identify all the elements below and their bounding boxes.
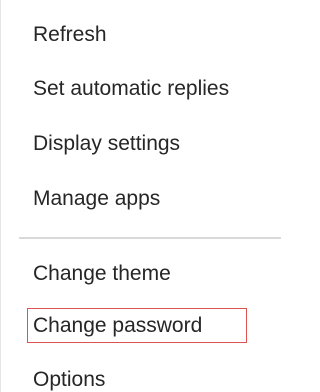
menu-divider — [19, 237, 281, 239]
menu-item-display-settings[interactable]: Display settings — [33, 131, 180, 157]
menu-item-manage-apps[interactable]: Manage apps — [33, 186, 160, 212]
menu-item-change-password[interactable]: Change password — [33, 313, 202, 339]
settings-dropdown-menu: Refresh Set automatic replies Display se… — [0, 0, 286, 392]
menu-item-set-automatic-replies[interactable]: Set automatic replies — [33, 76, 229, 102]
menu-item-change-theme[interactable]: Change theme — [33, 261, 171, 287]
menu-item-options[interactable]: Options — [33, 367, 105, 392]
menu-item-refresh[interactable]: Refresh — [33, 22, 107, 48]
